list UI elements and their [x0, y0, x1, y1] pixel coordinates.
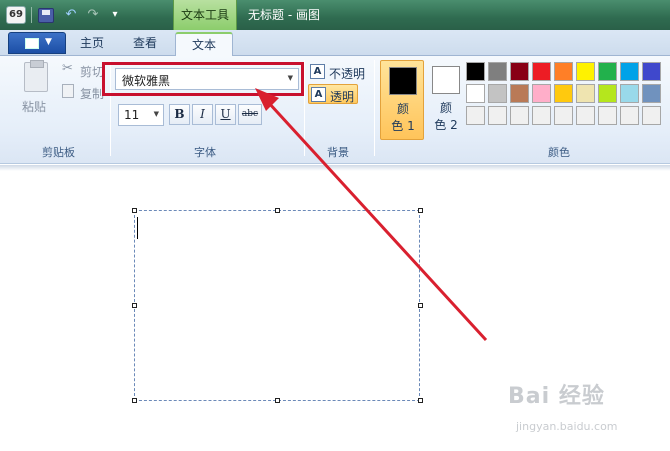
opaque-icon: A [310, 64, 325, 79]
ribbon-tab-row: ▼ 主页 查看 文本 [0, 30, 670, 58]
palette-swatch[interactable] [510, 84, 529, 103]
colors-group-label: 颜色 [548, 146, 570, 159]
color1-label-line2: 色 1 [391, 119, 415, 133]
ribbon-panel: 粘贴 ✂ 剪切 复制 剪贴板 微软雅黑 ▼ 11 ▼ B I U abc 字体 … [0, 56, 670, 164]
palette-swatch[interactable] [488, 62, 507, 81]
text-box[interactable] [134, 210, 420, 401]
resize-handle[interactable] [275, 398, 280, 403]
context-tab-label: 文本工具 [180, 8, 229, 22]
palette-swatch[interactable] [620, 62, 639, 81]
bold-button[interactable]: B [169, 104, 190, 125]
redo-icon[interactable]: ↷ [84, 6, 102, 24]
palette-swatch[interactable] [620, 106, 639, 125]
palette-swatch[interactable] [554, 62, 573, 81]
context-tab-text-tools: 文本工具 [173, 0, 237, 30]
italic-button[interactable]: I [192, 104, 213, 125]
palette-swatch[interactable] [532, 62, 551, 81]
palette-swatch[interactable] [532, 106, 551, 125]
font-group-label: 字体 [194, 146, 216, 159]
transparent-icon: A [311, 87, 326, 102]
palette-swatch[interactable] [554, 84, 573, 103]
undo-icon[interactable]: ↶ [62, 6, 80, 24]
resize-handle[interactable] [418, 398, 423, 403]
text-cursor [137, 217, 138, 239]
opaque-option[interactable]: A 不透明 [308, 62, 370, 82]
menu-icon [25, 38, 39, 49]
paste-label[interactable]: 粘贴 [22, 98, 46, 115]
palette-swatch[interactable] [554, 106, 573, 125]
strikethrough-button[interactable]: abc [238, 104, 262, 125]
color1-label: 颜 色 1 [381, 101, 425, 135]
background-group-label: 背景 [327, 146, 349, 159]
quick-access-separator [31, 7, 32, 23]
group-divider [374, 60, 375, 156]
resize-handle[interactable] [132, 303, 137, 308]
color2-label-line1: 颜 [439, 101, 452, 115]
color1-swatch [389, 67, 417, 95]
resize-handle[interactable] [275, 208, 280, 213]
scissors-icon[interactable]: ✂ [62, 62, 74, 76]
font-size-select[interactable]: 11 ▼ [118, 104, 164, 126]
palette-swatch[interactable] [642, 62, 661, 81]
save-icon[interactable] [38, 8, 54, 23]
paint-menu-button[interactable]: ▼ [8, 32, 66, 54]
palette-swatch[interactable] [576, 84, 595, 103]
annotation-highlight-box [102, 62, 304, 96]
tab-home[interactable]: 主页 [72, 32, 112, 56]
title-bar: 69 ↶ ↷ ▾ 文本工具 无标题 - 画图 [0, 0, 670, 30]
palette-swatch[interactable] [576, 62, 595, 81]
watermark-logo: Bai 经验 [508, 384, 605, 409]
copy-icon[interactable] [62, 84, 74, 98]
chevron-down-icon: ▼ [45, 37, 52, 47]
palette-swatch[interactable] [532, 84, 551, 103]
palette-swatch[interactable] [488, 84, 507, 103]
transparent-label: 透明 [330, 90, 355, 104]
underline-button[interactable]: U [215, 104, 236, 125]
palette-swatch[interactable] [598, 84, 617, 103]
color2-label: 颜 色 2 [424, 100, 468, 134]
palette-swatch[interactable] [510, 106, 529, 125]
paint-app-icon[interactable]: 69 [6, 6, 26, 24]
resize-handle[interactable] [418, 208, 423, 213]
palette-swatch[interactable] [620, 84, 639, 103]
window-title: 无标题 - 画图 [248, 8, 320, 22]
palette-swatch[interactable] [466, 106, 485, 125]
resize-handle[interactable] [132, 398, 137, 403]
resize-handle[interactable] [418, 303, 423, 308]
tab-text[interactable]: 文本 [175, 32, 233, 58]
color2-swatch [432, 66, 460, 94]
group-divider [304, 60, 305, 156]
font-size-value: 11 [124, 108, 140, 122]
resize-handle[interactable] [132, 208, 137, 213]
paste-icon[interactable] [24, 60, 48, 92]
watermark-url: jingyan.baidu.com [516, 420, 618, 433]
color2-button[interactable]: 颜 色 2 [424, 60, 468, 140]
cut-button[interactable]: 剪切 [80, 63, 104, 80]
palette-swatch[interactable] [642, 84, 661, 103]
color1-button[interactable]: 颜 色 1 [380, 60, 424, 140]
palette-swatch[interactable] [598, 62, 617, 81]
palette-swatch[interactable] [466, 62, 485, 81]
palette-swatch[interactable] [642, 106, 661, 125]
copy-button[interactable]: 复制 [80, 85, 104, 102]
transparent-option[interactable]: A 透明 [308, 84, 358, 104]
palette-swatch[interactable] [466, 84, 485, 103]
tab-view[interactable]: 查看 [124, 32, 166, 56]
chevron-down-icon: ▼ [153, 110, 159, 118]
color1-label-line1: 颜 [396, 102, 409, 116]
clipboard-group-label: 剪贴板 [42, 146, 75, 159]
color2-label-line2: 色 2 [434, 118, 458, 132]
opaque-label: 不透明 [329, 67, 366, 81]
palette-swatch[interactable] [510, 62, 529, 81]
customize-quick-access-icon[interactable]: ▾ [106, 6, 124, 24]
palette-swatch[interactable] [488, 106, 507, 125]
canvas-top-edge [0, 165, 670, 171]
palette-swatch[interactable] [576, 106, 595, 125]
palette-swatch[interactable] [598, 106, 617, 125]
